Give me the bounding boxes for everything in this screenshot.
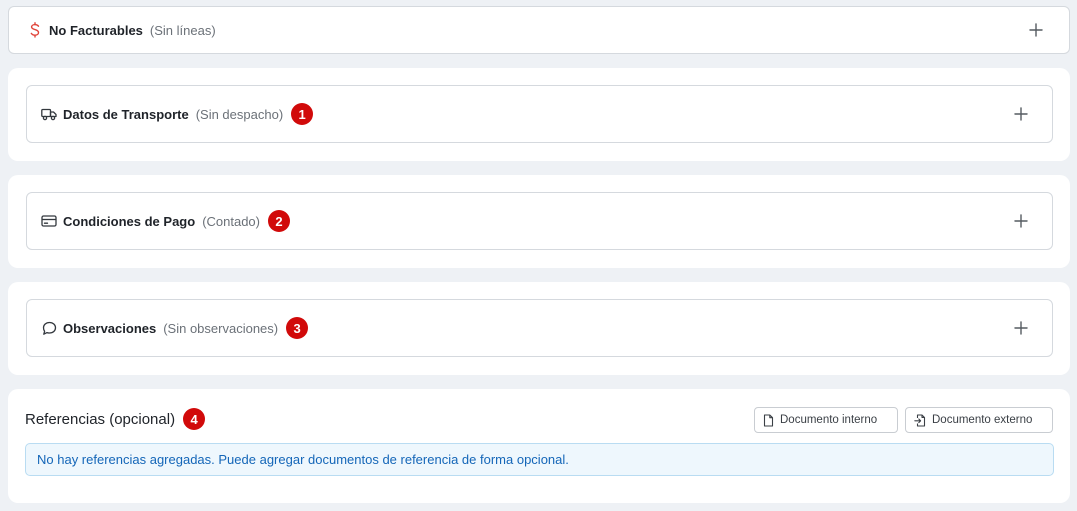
no-facturables-title: No Facturables <box>49 22 143 38</box>
chat-bubble-icon <box>41 320 57 336</box>
transporte-panel: Datos de Transporte (Sin despacho) 1 <box>8 68 1070 161</box>
plus-icon[interactable] <box>1014 321 1028 335</box>
observaciones-title: Observaciones <box>63 320 157 336</box>
referencias-header: Referencias (opcional) 4 <box>25 408 206 430</box>
document-icon <box>763 413 774 427</box>
pago-title: Condiciones de Pago <box>63 213 196 229</box>
plus-icon[interactable] <box>1029 23 1043 37</box>
no-facturables-accordion[interactable]: No Facturables (Sin líneas) <box>8 6 1070 54</box>
plus-icon[interactable] <box>1014 107 1028 121</box>
pago-panel: Condiciones de Pago (Contado) 2 <box>8 175 1070 268</box>
referencias-panel: Referencias (opcional) 4 Documento inter… <box>8 389 1070 503</box>
dollar-icon <box>27 22 43 38</box>
transporte-title: Datos de Transporte <box>63 106 189 122</box>
transporte-accordion[interactable]: Datos de Transporte (Sin despacho) 1 <box>26 85 1053 143</box>
documento-interno-label: Documento interno <box>780 414 878 426</box>
plus-icon[interactable] <box>1014 214 1028 228</box>
truck-icon <box>41 106 57 122</box>
step-badge: 1 <box>291 103 314 125</box>
step-badge: 4 <box>183 408 206 430</box>
step-badge: 3 <box>286 317 309 339</box>
credit-card-icon <box>41 213 57 229</box>
referencias-title: Referencias (opcional) <box>25 410 176 428</box>
observaciones-subtitle: (Sin observaciones) <box>163 320 279 336</box>
documento-externo-label: Documento externo <box>932 414 1033 426</box>
step-badge: 2 <box>268 210 290 232</box>
documento-externo-button[interactable]: Documento externo <box>905 407 1053 433</box>
observaciones-accordion[interactable]: Observaciones (Sin observaciones) 3 <box>26 299 1053 357</box>
pago-accordion[interactable]: Condiciones de Pago (Contado) 2 <box>26 192 1053 250</box>
pago-subtitle: (Contado) <box>202 213 260 229</box>
observaciones-panel: Observaciones (Sin observaciones) 3 <box>8 282 1070 375</box>
no-facturables-subtitle: (Sin líneas) <box>149 22 216 38</box>
empty-references-message: No hay referencias agregadas. Puede agre… <box>37 452 569 467</box>
transporte-subtitle: (Sin despacho) <box>195 106 284 122</box>
document-import-icon <box>914 413 926 427</box>
documento-interno-button[interactable]: Documento interno <box>754 407 898 433</box>
empty-references-alert: No hay referencias agregadas. Puede agre… <box>25 443 1054 476</box>
